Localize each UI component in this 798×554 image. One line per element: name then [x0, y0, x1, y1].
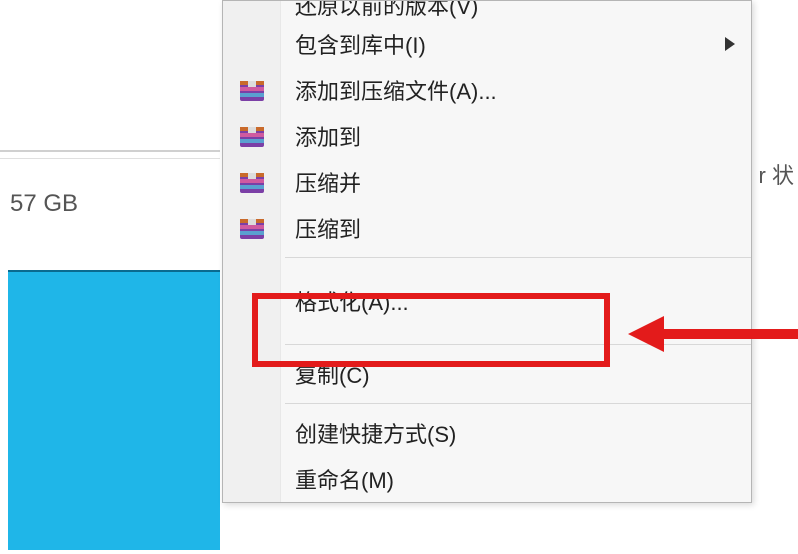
selected-drive-panel[interactable]: [8, 270, 220, 550]
menu-item-label: 复制(C): [295, 358, 370, 390]
menu-separator: [285, 344, 751, 345]
menu-item-compress-to[interactable]: 压缩到: [223, 205, 751, 251]
menu-item-format[interactable]: 格式化(A)...: [223, 264, 751, 338]
divider-line: [0, 150, 220, 152]
menu-item-include-in-library[interactable]: 包含到库中(I): [223, 21, 751, 67]
menu-item-restore-version[interactable]: 还原以前的版本(V): [223, 1, 751, 21]
context-menu: 还原以前的版本(V) 包含到库中(I) 添加到压缩文件(A)...: [222, 0, 752, 503]
menu-item-label: 包含到库中(I): [295, 28, 426, 60]
menu-item-label: 添加到: [295, 120, 361, 152]
menu-item-add-to[interactable]: 添加到: [223, 113, 751, 159]
menu-item-label: 添加到压缩文件(A)...: [295, 74, 497, 106]
rar-icon: [237, 121, 267, 151]
menu-item-label: 压缩并: [295, 166, 361, 198]
disk-size-label: 57 GB: [10, 190, 78, 218]
menu-item-label: 还原以前的版本(V): [295, 1, 478, 21]
rar-icon: [237, 75, 267, 105]
rar-icon: [237, 213, 267, 243]
menu-item-label: 格式化(A)...: [295, 285, 409, 317]
menu-item-copy[interactable]: 复制(C): [223, 351, 751, 397]
menu-item-add-to-archive[interactable]: 添加到压缩文件(A)...: [223, 67, 751, 113]
menu-item-create-shortcut[interactable]: 创建快捷方式(S): [223, 410, 751, 456]
menu-item-label: 重命名(M): [295, 463, 394, 495]
rar-icon: [237, 167, 267, 197]
menu-item-label: 压缩到: [295, 212, 361, 244]
menu-item-label: 创建快捷方式(S): [295, 417, 456, 449]
menu-separator: [285, 403, 751, 404]
menu-item-compress-and[interactable]: 压缩并: [223, 159, 751, 205]
divider-line: [0, 158, 220, 159]
partial-status-text: r 状: [759, 158, 794, 190]
menu-separator: [285, 257, 751, 258]
menu-item-rename[interactable]: 重命名(M): [223, 456, 751, 502]
submenu-arrow-icon: [725, 31, 735, 57]
